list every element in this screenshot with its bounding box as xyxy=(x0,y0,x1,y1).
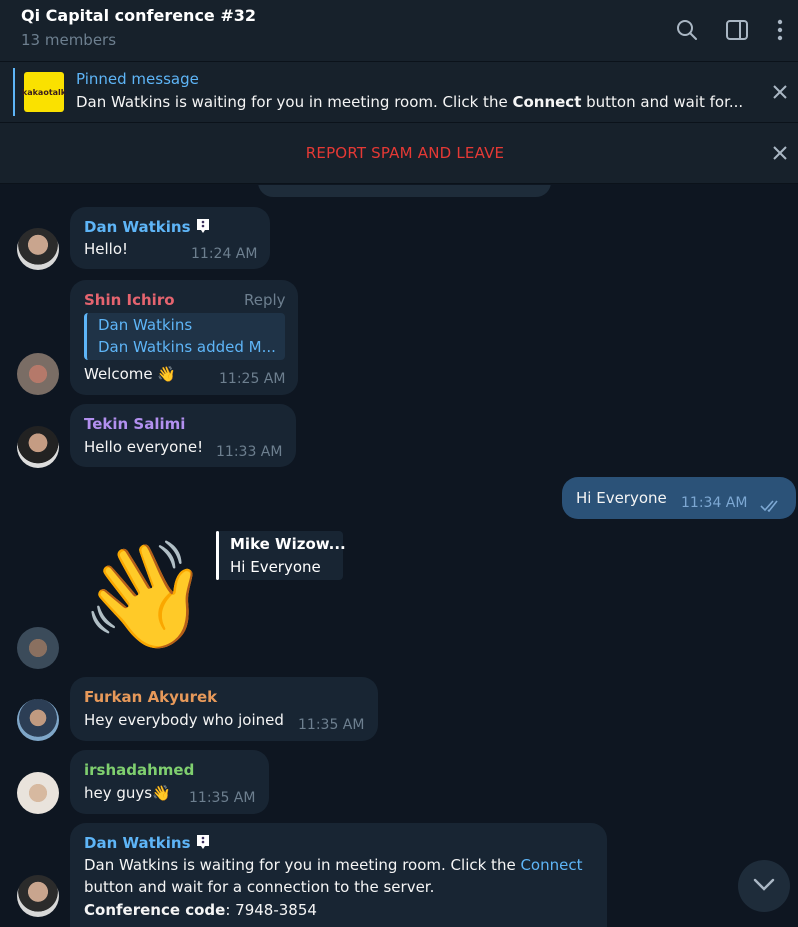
sender-name[interactable]: Dan Watkins xyxy=(84,833,211,855)
avatar[interactable] xyxy=(17,875,59,917)
avatar[interactable] xyxy=(17,426,59,468)
message-text: Hey everybody who joined xyxy=(84,711,284,729)
sender-name[interactable]: irshadahmed xyxy=(84,761,194,779)
bot-badge-icon xyxy=(195,217,211,239)
message-time: 11:24 AM xyxy=(191,246,258,262)
chevron-down-icon xyxy=(753,877,775,896)
close-pinned-icon[interactable] xyxy=(768,80,792,104)
pinned-thumbnail-text: kakaotalk xyxy=(21,87,67,97)
message-bubble[interactable]: Furkan Akyurek Hey everybody who joined … xyxy=(70,677,378,741)
reply-quote[interactable]: Mike Wizow... Hi Everyone xyxy=(216,531,346,580)
reply-button[interactable]: Reply xyxy=(244,291,286,309)
pinned-title: Pinned message xyxy=(76,70,199,88)
outgoing-message-bubble[interactable]: Hi Everyone 11:34 AM xyxy=(562,477,796,519)
message-text: Welcome 👋 xyxy=(84,365,177,383)
message-bubble[interactable]: irshadahmed hey guys👋 11:35 AM xyxy=(70,750,269,814)
quote-sender: Dan Watkins xyxy=(98,316,193,334)
pinned-indicator xyxy=(13,68,15,116)
message-text: Hello everyone! xyxy=(84,438,204,456)
sticker[interactable]: 👋 xyxy=(80,535,210,655)
message-time: 11:25 AM xyxy=(219,371,286,387)
bot-badge-icon xyxy=(195,833,211,855)
avatar[interactable] xyxy=(17,353,59,395)
message-bubble[interactable]: Shin Ichiro Reply Dan Watkins Dan Watkin… xyxy=(70,280,298,395)
quote-text: Dan Watkins added M... xyxy=(98,338,276,356)
message-text: hey guys👋 xyxy=(84,784,171,802)
message-time: 11:33 AM xyxy=(216,444,283,460)
message-time: 11:35 AM xyxy=(189,790,256,806)
conference-code: Conference code: 7948-3854 xyxy=(84,901,317,919)
avatar[interactable] xyxy=(17,699,59,741)
pinned-thumbnail: kakaotalk xyxy=(21,72,67,112)
sender-name[interactable]: Dan Watkins xyxy=(84,217,211,239)
sender-name[interactable]: Furkan Akyurek xyxy=(84,688,217,706)
avatar[interactable] xyxy=(17,228,59,270)
avatar[interactable] xyxy=(17,627,59,669)
more-icon[interactable] xyxy=(766,16,794,44)
message-time: 11:34 AM xyxy=(681,495,748,511)
report-spam-button[interactable]: REPORT SPAM AND LEAVE xyxy=(0,144,798,162)
message-bubble[interactable]: Dan Watkins Hello! 11:24 AM xyxy=(70,207,270,269)
sender-name[interactable]: Shin Ichiro xyxy=(84,291,175,309)
avatar[interactable] xyxy=(17,772,59,814)
quote-sender: Mike Wizow... xyxy=(230,535,346,553)
report-spam-bar: REPORT SPAM AND LEAVE xyxy=(0,123,798,184)
reply-quote-bar xyxy=(216,531,219,580)
message-bubble[interactable]: Dan Watkins Dan Watkins is waiting for y… xyxy=(70,823,607,927)
message-bubble[interactable]: Tekin Salimi Hello everyone! 11:33 AM xyxy=(70,404,296,467)
message-list[interactable]: Dan Watkins added Mike Wizowski Dan Watk… xyxy=(0,185,798,927)
message-text: Hello! xyxy=(84,240,129,258)
sender-name[interactable]: Tekin Salimi xyxy=(84,415,185,433)
member-count[interactable]: 13 members xyxy=(21,31,116,49)
pinned-text: Dan Watkins is waiting for you in meetin… xyxy=(76,93,744,111)
chat-title[interactable]: Qi Capital conference #32 xyxy=(21,6,256,25)
chat-header: Qi Capital conference #32 13 members xyxy=(0,0,798,62)
quote-text: Hi Everyone xyxy=(230,558,321,576)
search-icon[interactable] xyxy=(673,16,701,44)
message-time: 11:35 AM xyxy=(298,717,365,733)
close-spam-icon[interactable] xyxy=(768,141,792,165)
service-message: Dan Watkins added Mike Wizowski xyxy=(258,185,551,197)
connect-link[interactable]: Connect xyxy=(520,856,582,874)
scroll-down-button[interactable] xyxy=(738,860,790,912)
reply-quote[interactable]: Dan Watkins Dan Watkins added M... xyxy=(84,313,285,360)
message-text: Hi Everyone xyxy=(576,489,667,507)
sidebar-toggle-icon[interactable] xyxy=(723,16,751,44)
pinned-message-bar[interactable]: kakaotalk Pinned message Dan Watkins is … xyxy=(0,62,798,123)
message-text-line2: button and wait for a connection to the … xyxy=(84,878,435,896)
message-text: Dan Watkins is waiting for you in meetin… xyxy=(84,856,583,874)
read-receipt-icon xyxy=(760,497,782,516)
